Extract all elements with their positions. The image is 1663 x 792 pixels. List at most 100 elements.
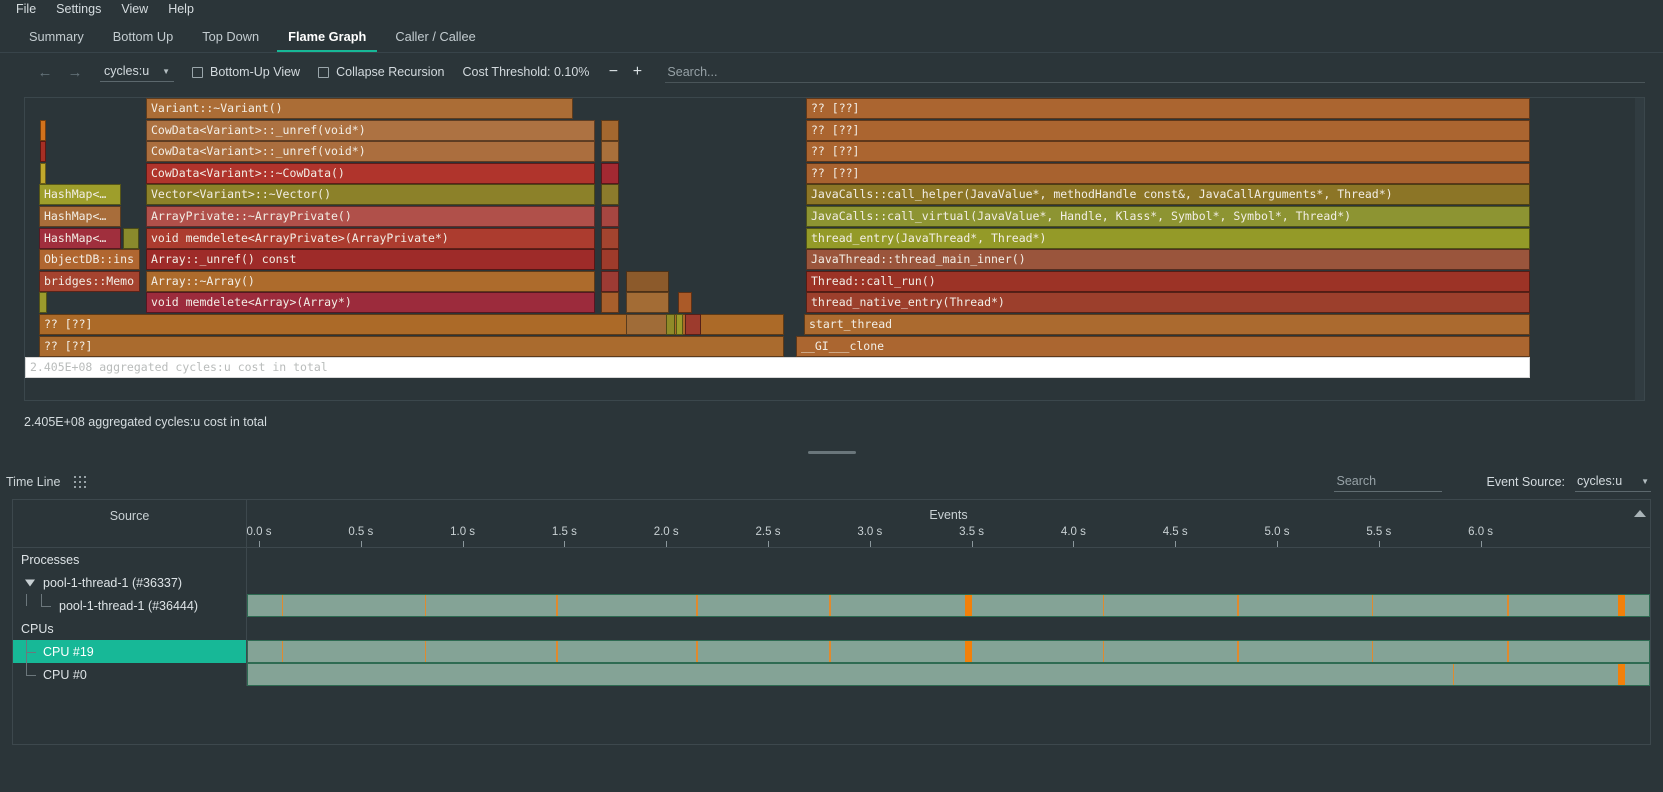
- event-type-select[interactable]: cycles:u ▼: [100, 62, 174, 82]
- flame-block[interactable]: [40, 119, 46, 141]
- timeline-track[interactable]: [247, 663, 1650, 686]
- timeline-track[interactable]: [247, 617, 1650, 640]
- flame-block[interactable]: Thread::call_run(): [806, 270, 1530, 292]
- timeline-event-marker[interactable]: [1618, 664, 1626, 685]
- timeline-track[interactable]: [247, 640, 1650, 663]
- flame-graph-panel[interactable]: Variant::~Variant()?? [??] CowData<Varian…: [24, 97, 1645, 401]
- flame-block[interactable]: [601, 119, 619, 141]
- flame-block[interactable]: CowData<Variant>::_unref(void*): [146, 141, 595, 163]
- timeline-track[interactable]: [247, 571, 1650, 594]
- flame-block[interactable]: ArrayPrivate::~ArrayPrivate(): [146, 206, 595, 227]
- flame-block[interactable]: [601, 206, 619, 227]
- flame-block[interactable]: [601, 270, 619, 292]
- flame-block[interactable]: HashMap<…: [39, 227, 121, 249]
- timeline-track[interactable]: [247, 594, 1650, 617]
- flame-graph-canvas[interactable]: Variant::~Variant()?? [??] CowData<Varian…: [25, 98, 1530, 400]
- menu-file[interactable]: File: [6, 1, 46, 17]
- timeline-event-marker[interactable]: [1237, 641, 1239, 662]
- timeline-event-marker[interactable]: [1371, 595, 1374, 616]
- flame-block[interactable]: void memdelete<Array>(Array*): [146, 292, 595, 314]
- flame-block[interactable]: [676, 314, 683, 335]
- timeline-track[interactable]: [247, 548, 1650, 571]
- timeline-event-marker[interactable]: [696, 641, 698, 662]
- flame-block[interactable]: [123, 227, 139, 249]
- flame-block[interactable]: void memdelete<ArrayPrivate>(ArrayPrivat…: [146, 227, 595, 249]
- flame-block[interactable]: bridges::Memo: [39, 270, 140, 292]
- flame-block[interactable]: CowData<Variant>::_unref(void*): [146, 119, 595, 141]
- tab-caller-callee[interactable]: Caller / Callee: [384, 23, 486, 52]
- timeline-row[interactable]: CPU #19: [13, 640, 1650, 663]
- timeline-event-marker[interactable]: [965, 641, 973, 662]
- timeline-row-label[interactable]: CPUs: [13, 617, 247, 640]
- timeline-event-marker[interactable]: [1452, 664, 1455, 685]
- timeline-event-marker[interactable]: [696, 595, 698, 616]
- timeline-event-marker[interactable]: [556, 641, 558, 662]
- flame-block[interactable]: [601, 184, 619, 206]
- flame-block[interactable]: start_thread: [804, 314, 1530, 335]
- flame-block[interactable]: [626, 270, 669, 292]
- flame-block[interactable]: [40, 141, 46, 163]
- flame-block[interactable]: HashMap<…: [39, 184, 121, 206]
- timeline-row[interactable]: CPU #0: [13, 663, 1650, 686]
- flame-block[interactable]: ?? [??]: [806, 98, 1530, 119]
- flame-block[interactable]: [39, 292, 47, 314]
- timeline-event-marker[interactable]: [1371, 641, 1374, 662]
- zoom-out-button[interactable]: −: [603, 64, 623, 80]
- flame-block[interactable]: thread_entry(JavaThread*, Thread*): [806, 227, 1530, 249]
- timeline-event-marker[interactable]: [424, 641, 427, 662]
- flame-block[interactable]: [601, 249, 619, 271]
- timeline-row[interactable]: CPUs: [13, 617, 1650, 640]
- timeline-event-marker[interactable]: [1507, 595, 1509, 616]
- menu-help[interactable]: Help: [158, 1, 204, 17]
- bottom-up-view-checkbox[interactable]: Bottom-Up View: [192, 65, 300, 79]
- flame-block[interactable]: ?? [??]: [806, 119, 1530, 141]
- flame-block[interactable]: [601, 162, 619, 184]
- flame-block[interactable]: [685, 314, 701, 335]
- timeline-row-label[interactable]: pool-1-thread-1 (#36444): [13, 594, 247, 617]
- drag-grip-icon[interactable]: [74, 475, 87, 489]
- flame-block[interactable]: ?? [??]: [806, 141, 1530, 163]
- timeline-event-marker[interactable]: [1507, 641, 1509, 662]
- timeline-row[interactable]: pool-1-thread-1 (#36337): [13, 571, 1650, 594]
- zoom-in-button[interactable]: +: [627, 64, 647, 80]
- timeline-event-marker[interactable]: [281, 641, 284, 662]
- flame-block[interactable]: thread_native_entry(Thread*): [806, 292, 1530, 314]
- timeline-event-marker[interactable]: [829, 595, 831, 616]
- flame-block[interactable]: Vector<Variant>::~Vector(): [146, 184, 595, 206]
- tab-top-down[interactable]: Top Down: [191, 23, 270, 52]
- flame-block[interactable]: [40, 162, 46, 184]
- tab-summary[interactable]: Summary: [18, 23, 95, 52]
- timeline-row-label[interactable]: CPU #0: [13, 663, 247, 686]
- collapse-recursion-checkbox[interactable]: Collapse Recursion: [318, 65, 444, 79]
- flame-block[interactable]: Array::~Array(): [146, 270, 595, 292]
- timeline-event-marker[interactable]: [829, 641, 831, 662]
- flame-vertical-scrollbar[interactable]: [1635, 98, 1644, 400]
- flame-block[interactable]: [601, 141, 619, 163]
- flame-block[interactable]: ?? [??]: [806, 162, 1530, 184]
- expand-collapse-caret-icon[interactable]: [25, 579, 35, 586]
- flame-block[interactable]: [626, 292, 669, 314]
- forward-arrow-icon[interactable]: →: [60, 60, 90, 84]
- flame-block[interactable]: [678, 292, 692, 314]
- timeline-row-label[interactable]: pool-1-thread-1 (#36337): [13, 571, 247, 594]
- flame-block[interactable]: CowData<Variant>::~CowData(): [146, 162, 595, 184]
- flame-block[interactable]: Variant::~Variant(): [146, 98, 573, 119]
- flame-block[interactable]: __GI___clone: [796, 335, 1530, 357]
- flame-search-input[interactable]: [665, 61, 1645, 83]
- timeline-search-input[interactable]: [1334, 472, 1443, 492]
- panel-splitter-handle[interactable]: [807, 451, 856, 454]
- timeline-event-marker[interactable]: [1237, 595, 1239, 616]
- menu-view[interactable]: View: [111, 1, 158, 17]
- timeline-event-marker[interactable]: [556, 595, 558, 616]
- flame-block[interactable]: [601, 292, 619, 314]
- timeline-event-marker[interactable]: [1102, 595, 1105, 616]
- timeline-event-marker[interactable]: [1618, 595, 1626, 616]
- event-source-select[interactable]: cycles:u ▼: [1575, 472, 1651, 492]
- chevron-up-icon[interactable]: [1634, 510, 1646, 517]
- flame-block[interactable]: Array::_unref() const: [146, 249, 595, 271]
- back-arrow-icon[interactable]: ←: [30, 60, 60, 84]
- flame-block[interactable]: [666, 314, 675, 335]
- menu-settings[interactable]: Settings: [46, 1, 111, 17]
- timeline-event-marker[interactable]: [424, 595, 427, 616]
- flame-block[interactable]: ObjectDB::ins: [39, 249, 140, 271]
